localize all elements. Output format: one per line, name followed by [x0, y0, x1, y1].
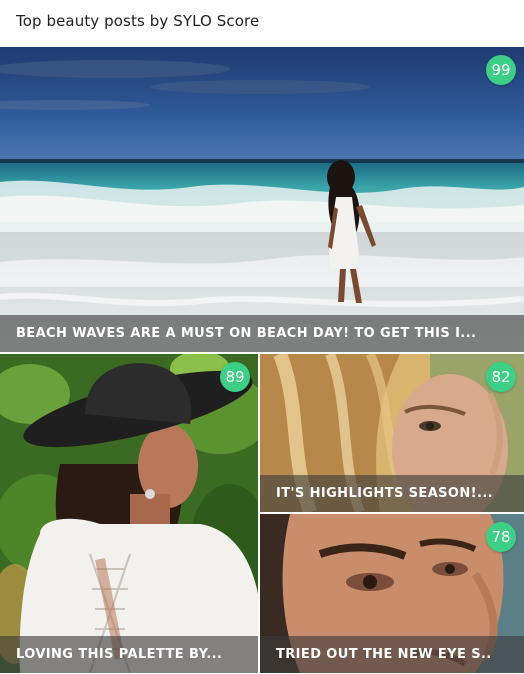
caption-bar: BEACH WAVES ARE A MUST ON BEACH DAY! TO … — [0, 315, 524, 352]
post-caption: TRIED OUT THE NEW EYE S.. — [276, 647, 492, 662]
post-card-palette[interactable]: 89 LOVING THIS PALETTE BY... — [0, 354, 258, 673]
post-card-highlights[interactable]: 82 IT'S HIGHLIGHTS SEASON!... — [260, 354, 524, 512]
post-image-palette — [0, 354, 258, 673]
post-image-beach — [0, 47, 524, 352]
page-header: Top beauty posts by SYLO Score — [0, 0, 524, 46]
page-title: Top beauty posts by SYLO Score — [16, 12, 260, 30]
sylo-score-badge: 89 — [220, 362, 250, 392]
post-card-beach[interactable]: 99 BEACH WAVES ARE A MUST ON BEACH DAY! … — [0, 47, 524, 352]
sylo-score-badge: 99 — [486, 55, 516, 85]
post-caption: LOVING THIS PALETTE BY... — [16, 647, 223, 662]
caption-bar: IT'S HIGHLIGHTS SEASON!... — [260, 475, 524, 512]
sylo-score-badge: 82 — [486, 362, 516, 392]
post-card-eye[interactable]: 78 TRIED OUT THE NEW EYE S.. — [260, 514, 524, 673]
caption-bar: LOVING THIS PALETTE BY... — [0, 636, 258, 673]
sylo-score-badge: 78 — [486, 522, 516, 552]
post-caption: IT'S HIGHLIGHTS SEASON!... — [276, 486, 494, 501]
post-caption: BEACH WAVES ARE A MUST ON BEACH DAY! TO … — [16, 326, 477, 341]
caption-bar: TRIED OUT THE NEW EYE S.. — [260, 636, 524, 673]
